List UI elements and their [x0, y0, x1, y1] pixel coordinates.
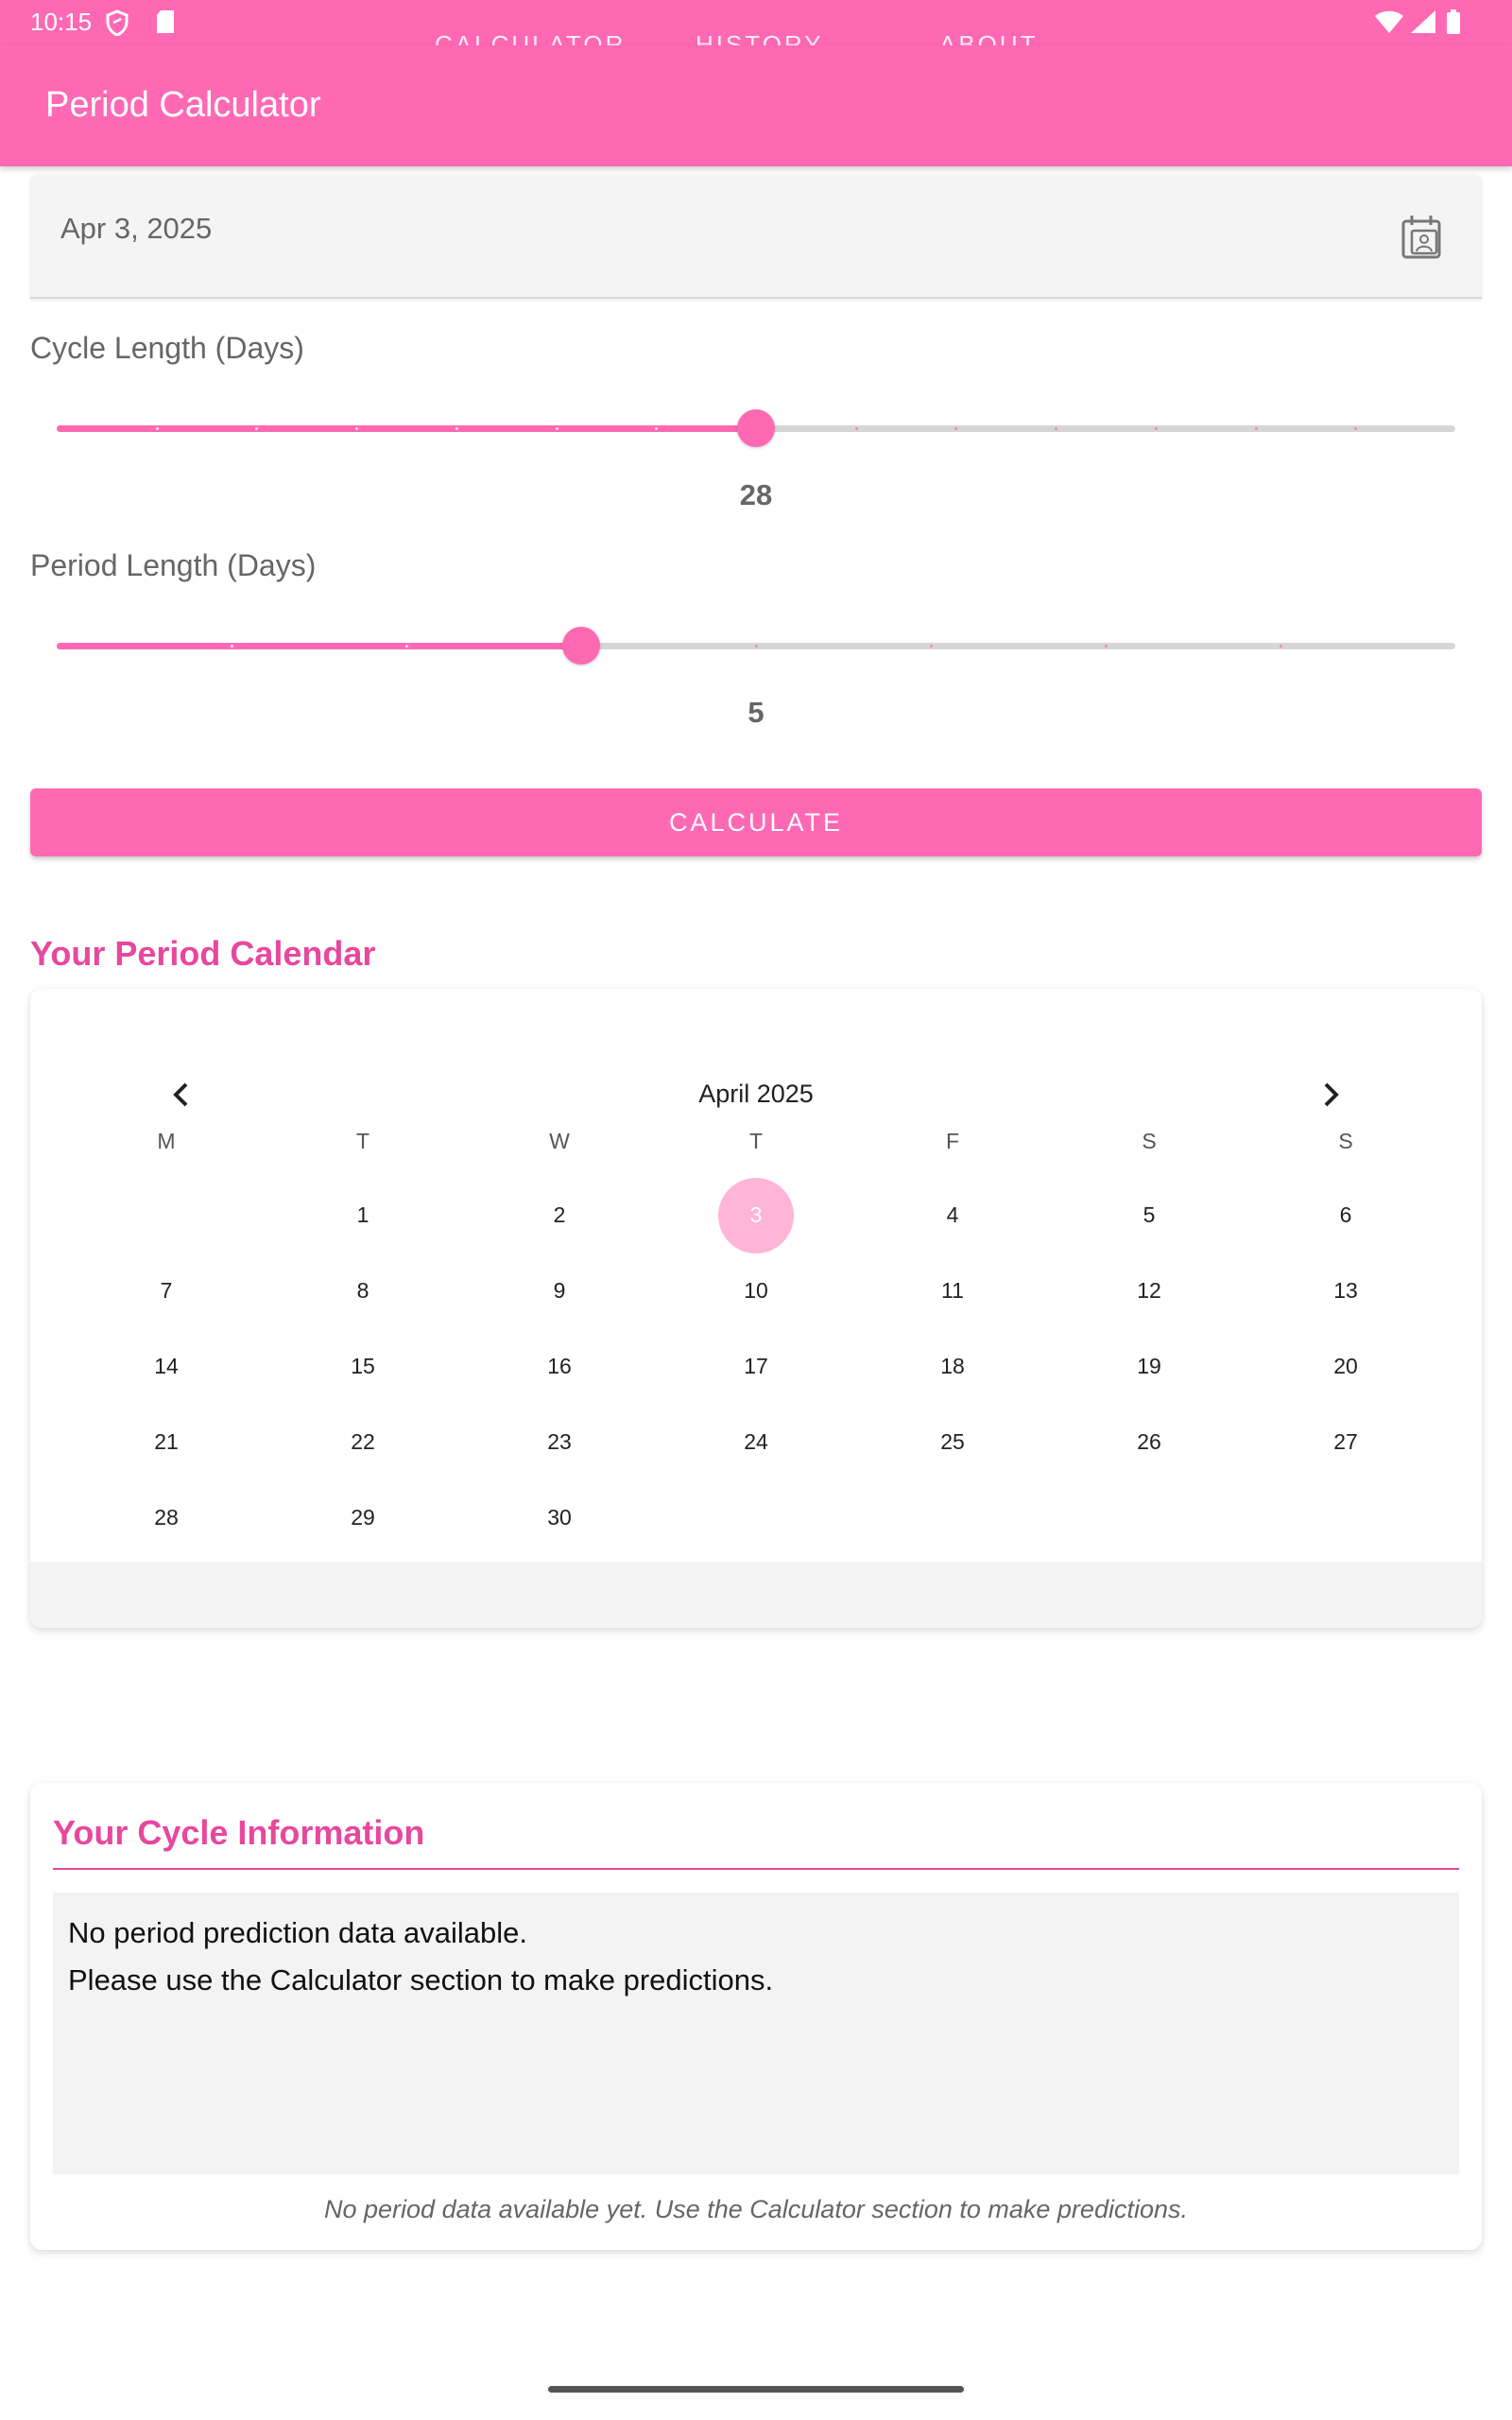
slider-tick — [155, 427, 159, 430]
calendar-day[interactable]: 14 — [129, 1354, 204, 1379]
calendar-day[interactable]: 25 — [915, 1429, 990, 1455]
calendar-day[interactable]: 28 — [129, 1505, 204, 1530]
calendar-day[interactable]: 2 — [522, 1202, 597, 1228]
cycle-info-title: Your Cycle Information — [53, 1813, 425, 1852]
calendar-day[interactable]: 24 — [718, 1429, 794, 1455]
calendar-day[interactable]: 19 — [1111, 1354, 1187, 1379]
calendar-day[interactable]: 5 — [1111, 1202, 1187, 1228]
slider-tick — [930, 645, 933, 648]
slider-tick — [580, 645, 583, 648]
calendar-day[interactable]: 13 — [1308, 1278, 1383, 1304]
calendar-day[interactable]: 9 — [522, 1278, 597, 1304]
calendar-day[interactable]: 8 — [325, 1278, 401, 1304]
slider-fill — [57, 425, 756, 432]
calendar-day[interactable]: 18 — [915, 1354, 990, 1379]
instruction-line: Please use the Calculator section to mak… — [68, 1963, 774, 1996]
period-length-value: 5 — [747, 696, 765, 729]
calendar-card: April 2025 M T W T F S S 1 2 3 4 5 6 7 8 9 10 11 12 13 14 15 1… — [30, 989, 1482, 1628]
slider-tick — [755, 645, 758, 648]
calendar-footer — [30, 1562, 1482, 1628]
calendar-day[interactable]: 7 — [129, 1278, 204, 1304]
calendar-day[interactable]: 10 — [718, 1278, 794, 1304]
slider-tick — [1105, 645, 1108, 648]
slider-tick — [231, 645, 233, 648]
tab-calculator[interactable]: CALCULATOR — [435, 30, 626, 45]
calendar-day[interactable]: 30 — [522, 1505, 597, 1530]
period-length-label: Period Length (Days) — [30, 548, 317, 582]
calendar-day[interactable]: 17 — [718, 1354, 794, 1379]
cycle-length-label: Cycle Length (Days) — [30, 331, 304, 365]
cycle-length-slider[interactable] — [57, 405, 1455, 452]
slider-tick — [1254, 427, 1258, 430]
calendar-day[interactable]: 4 — [915, 1202, 990, 1228]
calendar-day[interactable]: 29 — [325, 1505, 401, 1530]
calendar-day[interactable]: 15 — [325, 1354, 401, 1379]
slider-tick — [755, 427, 758, 430]
no-data-line: No period prediction data available. — [68, 1916, 527, 1949]
weekday-header: T — [355, 1129, 370, 1153]
slider-tick — [854, 427, 858, 430]
calendar-day[interactable]: 22 — [325, 1429, 401, 1455]
weekday-header: M — [157, 1129, 176, 1153]
weekday-header: T — [748, 1129, 764, 1153]
weekday-header: F — [945, 1129, 960, 1153]
calendar-day[interactable]: 23 — [522, 1429, 597, 1455]
next-month-icon[interactable] — [1312, 1076, 1349, 1114]
weekday-header: W — [549, 1129, 570, 1153]
cycle-info-card: Your Cycle Information No period predict… — [30, 1783, 1482, 2250]
app-title: Period Calculator — [45, 85, 321, 125]
cycle-length-value: 28 — [739, 478, 773, 511]
calendar-section-title: Your Period Calendar — [30, 934, 376, 973]
calendar-day[interactable]: 20 — [1308, 1354, 1383, 1379]
prediction-text-box: No period prediction data available. Ple… — [53, 1893, 1459, 2174]
calendar-day[interactable]: 6 — [1308, 1202, 1383, 1228]
calculate-button[interactable]: CALCULATE — [30, 788, 1482, 856]
tab-history[interactable]: HISTORY — [696, 30, 824, 45]
slider-tick — [405, 645, 408, 648]
date-picker-icon[interactable] — [1400, 214, 1444, 261]
calendar-day[interactable]: 11 — [915, 1278, 990, 1304]
title-divider — [53, 1868, 1459, 1870]
tab-about[interactable]: ABOUT — [939, 30, 1039, 45]
slider-tick — [1280, 645, 1282, 648]
slider-tick — [555, 427, 558, 430]
calendar-day[interactable]: 27 — [1308, 1429, 1383, 1455]
start-date-value: Apr 3, 2025 — [60, 212, 213, 245]
calendar-day[interactable]: 12 — [1111, 1278, 1187, 1304]
app-bar: Period Calculator — [0, 45, 1512, 166]
weekday-header: S — [1338, 1129, 1353, 1153]
start-date-field[interactable]: Apr 3, 2025 — [30, 174, 1482, 299]
tab-strip: CALCULATOR HISTORY ABOUT — [0, 26, 1512, 45]
calendar-day[interactable]: 16 — [522, 1354, 597, 1379]
calendar-month-title: April 2025 — [698, 1080, 814, 1108]
calendar-day[interactable]: 26 — [1111, 1429, 1187, 1455]
slider-tick — [1154, 427, 1158, 430]
slider-tick — [455, 427, 458, 430]
weekday-header: S — [1142, 1129, 1157, 1153]
empty-state-note: No period data available yet. Use the Ca… — [324, 2195, 1188, 2223]
period-length-slider[interactable] — [57, 622, 1455, 669]
slider-fill — [57, 643, 581, 649]
calendar-day[interactable]: 1 — [325, 1202, 401, 1228]
home-indicator[interactable] — [548, 2386, 964, 2393]
calendar-day[interactable]: 21 — [129, 1429, 204, 1455]
calendar-day-selected[interactable]: 3 — [718, 1202, 794, 1228]
